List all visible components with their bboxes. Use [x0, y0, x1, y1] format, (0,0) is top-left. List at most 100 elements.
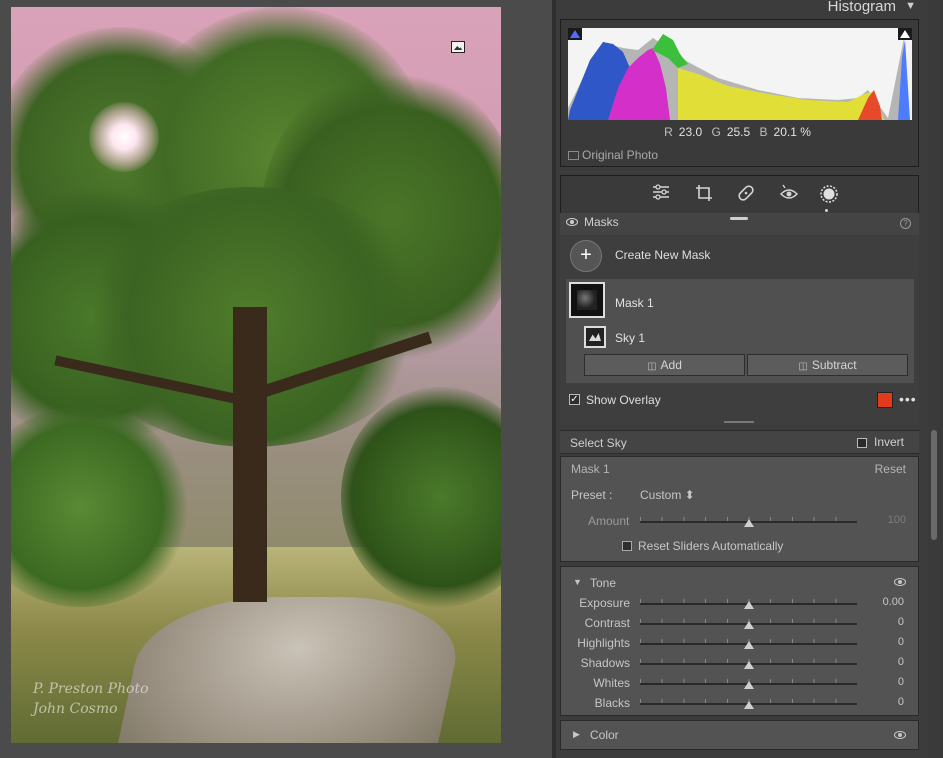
slider-thumb[interactable] [743, 701, 754, 709]
mask-list: Mask 1 Sky 1 ◫ Add ◫ Subtract [566, 279, 914, 383]
amount-label: Amount [588, 514, 630, 528]
tone-slider-value[interactable]: 0 [898, 656, 904, 668]
masks-panel: + Create New Mask Mask 1 Sky 1 ◫ Add ◫ Sub… [560, 235, 919, 425]
add-mask-icon: ◫ [647, 361, 657, 372]
tone-slider-value[interactable]: 0 [898, 636, 904, 648]
invert-checkbox[interactable] [857, 438, 867, 448]
histogram-title: Histogram [827, 0, 896, 15]
histogram-graph[interactable] [568, 28, 912, 120]
tone-slider-value[interactable]: 0 [898, 676, 904, 688]
tone-slider[interactable] [640, 639, 857, 649]
crop-icon-svg [696, 185, 712, 201]
slider-thumb[interactable] [743, 641, 754, 649]
sliders-icon[interactable] [649, 184, 673, 206]
invert-label[interactable]: Invert [874, 435, 904, 449]
slider-thumb[interactable] [743, 621, 754, 629]
r-value: 23.0 [678, 125, 703, 139]
color-title[interactable]: Color [590, 728, 619, 742]
show-overlay-label[interactable]: Show Overlay [586, 393, 661, 407]
red-eye-icon-svg [779, 184, 799, 199]
color-section: ▶ Color [560, 720, 919, 750]
reset-button[interactable]: Reset [875, 462, 906, 476]
mask-name: Mask 1 [571, 462, 610, 476]
tone-slider[interactable] [640, 619, 857, 629]
amount-slider[interactable] [640, 517, 857, 527]
tone-slider-label: Shadows [580, 656, 630, 670]
tone-slider-value[interactable]: 0.00 [883, 596, 904, 608]
tone-slider-label: Blacks [594, 696, 630, 710]
crop-icon[interactable] [692, 184, 716, 206]
create-new-mask-label[interactable]: Create New Mask [615, 248, 710, 262]
photo-trunk [233, 307, 267, 602]
rgb-readout: R 23.0 G 25.5 B 20.1 % [561, 125, 920, 139]
show-overlay-checkbox[interactable]: ✓ [569, 394, 580, 405]
add-button[interactable]: ◫ Add [584, 354, 745, 376]
shadow-clipping-icon[interactable] [568, 28, 582, 40]
help-icon[interactable]: ? [900, 218, 911, 229]
slider-thumb[interactable] [743, 519, 754, 527]
healing-icon[interactable] [734, 184, 758, 206]
eye-icon[interactable] [894, 578, 906, 586]
collapse-triangle-icon[interactable]: ▶ [573, 729, 580, 740]
sliders-icon-svg [653, 184, 669, 200]
sky-component-icon[interactable] [584, 326, 606, 348]
scrollbar-thumb[interactable] [931, 430, 937, 540]
tone-slider-value[interactable]: 0 [898, 616, 904, 628]
tone-slider-label: Highlights [577, 636, 630, 650]
preset-label: Preset : [571, 488, 613, 502]
overlay-color-swatch[interactable] [877, 392, 893, 408]
original-photo-toggle[interactable]: Original Photo [568, 148, 658, 162]
mask-1-label[interactable]: Mask 1 [615, 296, 654, 310]
b-value: 20.1 % [773, 125, 811, 139]
reset-sliders-label[interactable]: Reset Sliders Automatically [638, 539, 783, 553]
tone-slider-value[interactable]: 0 [898, 696, 904, 708]
add-button-label: Add [660, 358, 682, 372]
histogram-header[interactable]: Histogram ▼ [560, 0, 920, 16]
tone-slider-label: Contrast [584, 616, 630, 630]
reset-sliders-checkbox[interactable] [622, 541, 632, 551]
active-tool-indicator [825, 209, 828, 212]
resize-grip[interactable] [724, 421, 754, 423]
original-photo-label: Original Photo [582, 148, 659, 162]
more-options-icon[interactable]: ••• [899, 391, 917, 407]
tone-slider[interactable] [640, 679, 857, 689]
watermark-line: John Cosmo [33, 701, 118, 717]
expand-triangle-icon[interactable]: ▼ [573, 577, 582, 587]
sky-1-label[interactable]: Sky 1 [615, 331, 645, 345]
slider-thumb[interactable] [743, 681, 754, 689]
tone-slider[interactable] [640, 699, 857, 709]
original-photo-checkbox[interactable] [568, 151, 579, 160]
photo-image[interactable]: P. Preston Photo John Cosmo [11, 7, 501, 743]
amount-value[interactable]: 100 [888, 514, 906, 526]
photo-canvas[interactable]: P. Preston Photo John Cosmo [0, 0, 552, 758]
photo-sunburst [89, 102, 159, 172]
panel-scrollbar[interactable] [928, 0, 943, 758]
masking-icon-svg [820, 185, 838, 203]
masking-icon[interactable] [817, 184, 841, 206]
red-eye-icon[interactable] [777, 184, 801, 206]
eye-icon[interactable] [894, 731, 906, 739]
mask-thumbnail[interactable] [569, 282, 605, 318]
preset-dropdown[interactable]: Custom ⬍ [640, 488, 695, 502]
highlight-clipping-icon[interactable] [898, 28, 912, 40]
g-label: G [711, 125, 721, 139]
eye-icon[interactable] [566, 218, 578, 226]
collapse-triangle-icon[interactable]: ▼ [905, 0, 916, 12]
grip-handle-icon[interactable] [730, 217, 748, 220]
masks-title: Masks [584, 215, 619, 229]
subtract-button[interactable]: ◫ Subtract [747, 354, 908, 376]
tool-strip [560, 175, 919, 215]
create-new-mask-button[interactable]: + [570, 240, 602, 272]
masks-header[interactable]: Masks ? [560, 213, 919, 235]
tone-slider[interactable] [640, 659, 857, 669]
histogram-panel: R 23.0 G 25.5 B 20.1 % Original Photo [560, 19, 919, 167]
slider-thumb[interactable] [743, 661, 754, 669]
subtract-mask-icon: ◫ [798, 361, 808, 372]
slider-thumb[interactable] [743, 601, 754, 609]
b-label: B [759, 125, 768, 139]
histogram-svg [568, 34, 910, 120]
tone-title[interactable]: Tone [590, 576, 616, 590]
tone-section: ▼ Tone Exposure 0.00 Contrast 0 Highlights 0 S… [560, 566, 919, 716]
tone-slider[interactable] [640, 599, 857, 609]
tone-slider-label: Whites [593, 676, 630, 690]
